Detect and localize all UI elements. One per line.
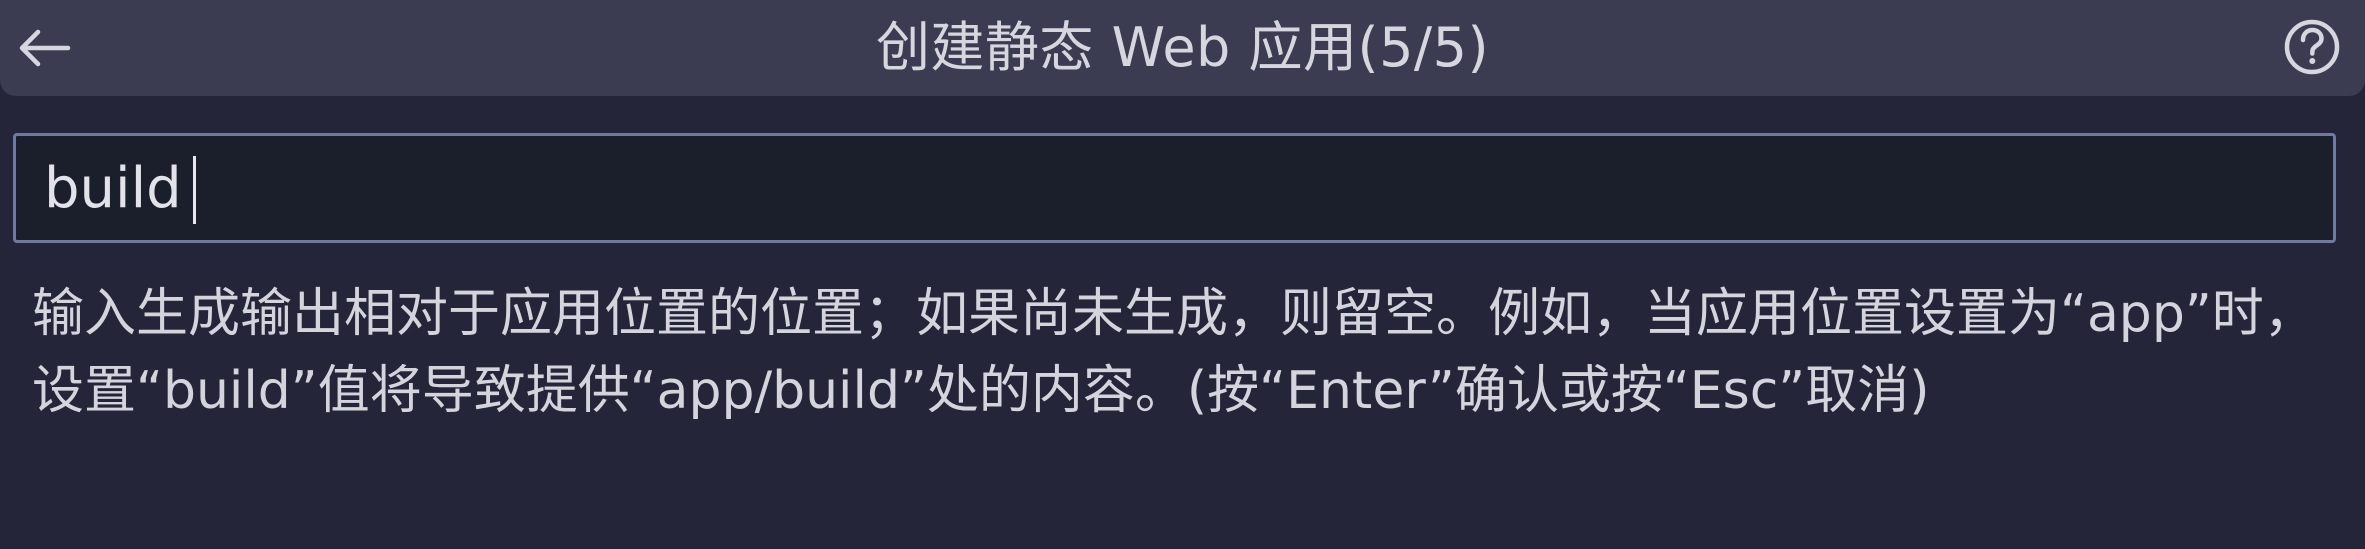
question-circle-icon: [2284, 19, 2340, 75]
help-button[interactable]: [2279, 14, 2345, 80]
build-output-location-input[interactable]: [16, 136, 2333, 240]
quick-input-titlebar: 创建静态 Web 应用(5/5): [0, 0, 2365, 96]
input-help-message: 输入生成输出相对于应用位置的位置；如果尚未生成，则留空。例如，当应用位置设置为“…: [32, 284, 2316, 421]
page-title: 创建静态 Web 应用(5/5): [875, 16, 1490, 79]
input-box: [13, 133, 2336, 243]
text-caret: [193, 156, 196, 224]
